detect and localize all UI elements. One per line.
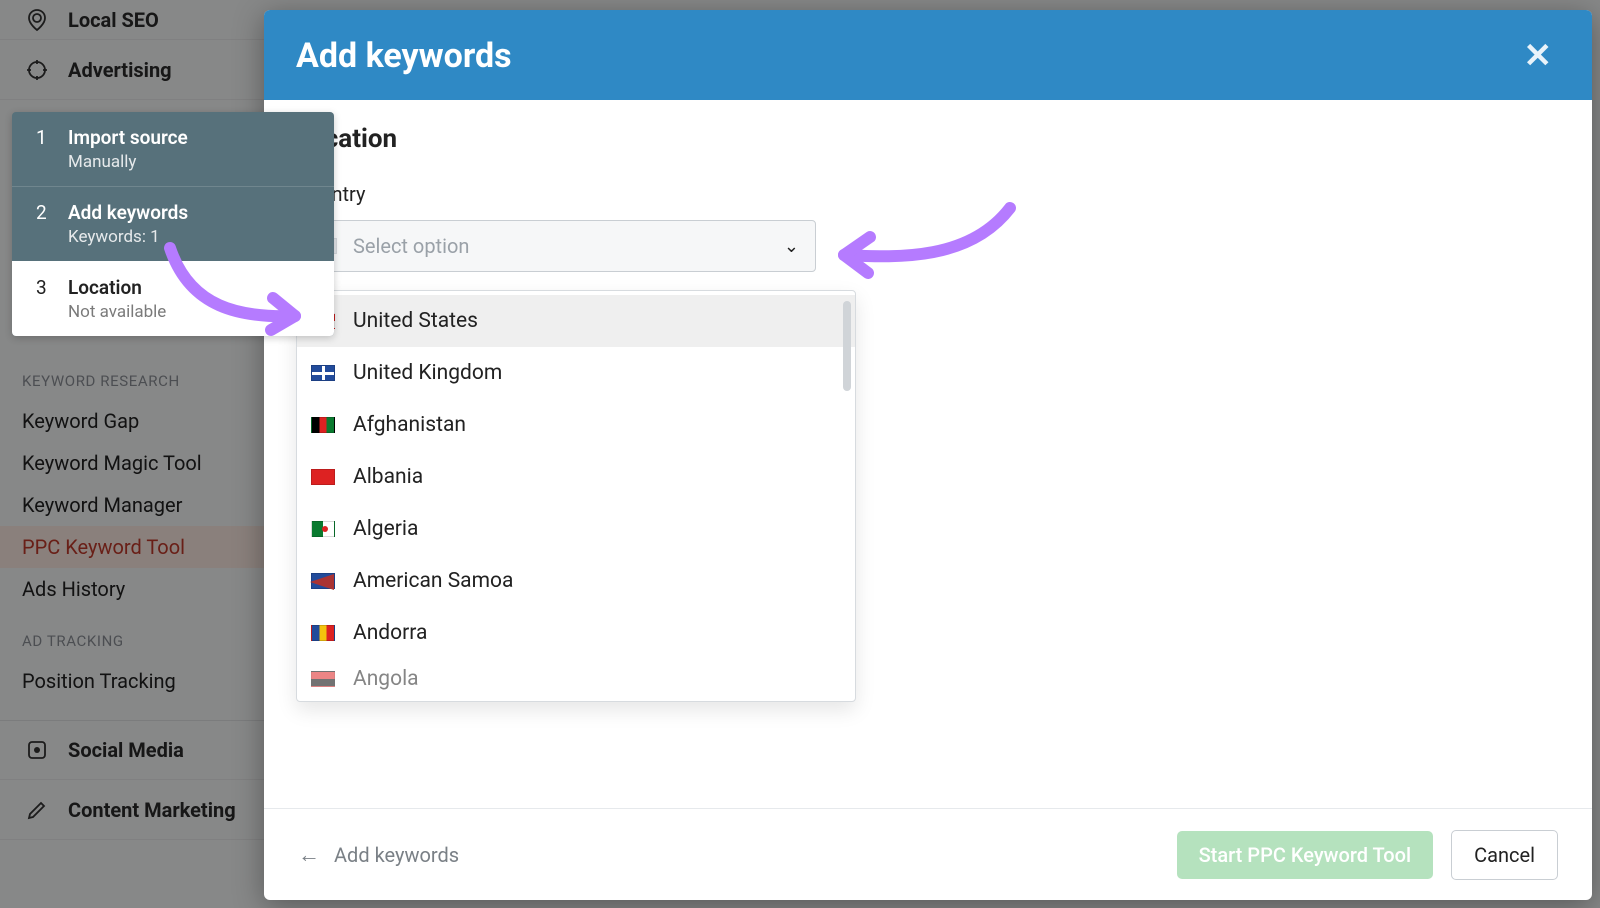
country-option-label: Algeria [353,517,418,541]
arrow-left-icon: ← [298,842,320,868]
country-option[interactable]: United Kingdom [297,347,855,399]
wizard-step-1[interactable]: 1 Import source Manually [12,112,334,186]
cancel-button[interactable]: Cancel [1451,830,1558,880]
country-label: Country [296,182,1560,206]
wizard-steps-panel: 1 Import source Manually 2 Add keywords … [12,112,334,336]
country-option-label: American Samoa [353,569,513,593]
back-label: Add keywords [334,843,459,867]
step-number: 2 [36,201,50,247]
country-option[interactable]: Angola [297,659,855,697]
step-title: Location [68,276,166,299]
flag-icon [311,573,335,589]
modal-footer: ← Add keywords Start PPC Keyword Tool Ca… [264,808,1592,900]
flag-icon [311,417,335,433]
flag-icon [311,469,335,485]
step-number: 3 [36,276,50,322]
step-subtitle: Not available [68,302,166,322]
back-to-add-keywords[interactable]: ← Add keywords [298,842,459,868]
flag-icon [311,365,335,381]
country-option[interactable]: Andorra [297,607,855,659]
country-option[interactable]: Algeria [297,503,855,555]
step-title: Add keywords [68,201,188,224]
country-option[interactable]: United States [297,295,855,347]
flag-icon [311,671,335,687]
close-icon[interactable]: ✕ [1524,39,1553,73]
country-dropdown: United States United Kingdom Afghanistan Al… [296,290,856,702]
country-select[interactable]: Select option ⌄ [296,220,816,272]
country-option[interactable]: Afghanistan [297,399,855,451]
country-option-label: Albania [353,465,423,489]
country-option-label: Afghanistan [353,413,466,437]
section-title-location: Location [296,124,1560,154]
wizard-step-2[interactable]: 2 Add keywords Keywords: 1 [12,186,334,261]
step-subtitle: Keywords: 1 [68,227,188,247]
step-number: 1 [36,126,50,172]
flag-icon [311,521,335,537]
add-keywords-modal: Add keywords ✕ Location Country Select o… [264,10,1592,900]
country-option[interactable]: American Samoa [297,555,855,607]
dropdown-scrollbar[interactable] [843,301,851,391]
country-option[interactable]: Albania [297,451,855,503]
start-ppc-keyword-tool-button[interactable]: Start PPC Keyword Tool [1177,831,1434,879]
step-subtitle: Manually [68,152,188,172]
modal-header: Add keywords ✕ [264,10,1592,100]
country-option-label: United States [353,309,478,333]
country-option-label: United Kingdom [353,361,502,385]
country-option-label: Angola [353,667,419,691]
country-select-placeholder: Select option [353,234,768,258]
step-title: Import source [68,126,188,149]
modal-title: Add keywords [296,36,512,76]
modal-body: Location Country Select option ⌄ United … [264,100,1592,808]
flag-icon [311,625,335,641]
country-option-label: Andorra [353,621,427,645]
chevron-down-icon: ⌄ [784,236,799,257]
wizard-step-3[interactable]: 3 Location Not available [12,261,334,336]
